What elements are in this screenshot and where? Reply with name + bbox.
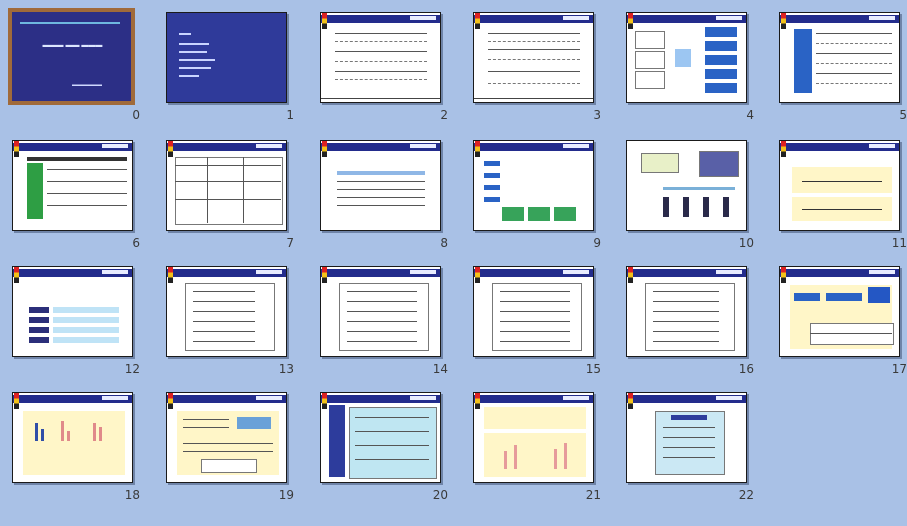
slide-thumbnail-13[interactable]: 13 — [166, 266, 294, 386]
slide-preview: ▬▬▬ ▬▬ ▬▬▬ ▬▬▬▬▬▬ — [8, 8, 135, 105]
slide-number: 2 — [440, 108, 448, 122]
slide-number: 6 — [132, 236, 140, 250]
slide-thumbnail-17[interactable]: 17 — [779, 266, 907, 386]
slide-number: 0 — [132, 108, 140, 122]
slide-thumbnail-21[interactable]: 21 — [473, 392, 601, 512]
slide-thumbnail-14[interactable]: 14 — [320, 266, 448, 386]
slide-number: 15 — [585, 362, 601, 376]
slide-thumbnail-3[interactable]: 3 — [473, 12, 601, 132]
slide-preview — [12, 140, 133, 231]
slide-number: 11 — [891, 236, 907, 250]
slide-preview — [626, 266, 747, 357]
slide-thumbnail-6[interactable]: 6 — [12, 140, 140, 260]
slide-number: 20 — [432, 488, 448, 502]
slide-number: 10 — [738, 236, 754, 250]
slide-preview — [166, 392, 287, 483]
slide-thumbnail-5[interactable]: 5 — [779, 12, 907, 132]
slide-preview — [626, 140, 747, 231]
slide-thumbnail-7[interactable]: 7 — [166, 140, 294, 260]
slide-thumbnail-15[interactable]: 15 — [473, 266, 601, 386]
slide-number: 3 — [593, 108, 601, 122]
slide-number: 17 — [891, 362, 907, 376]
slide-number: 19 — [278, 488, 294, 502]
slide-thumbnail-8[interactable]: 8 — [320, 140, 448, 260]
slide-thumbnail-20[interactable]: 20 — [320, 392, 448, 512]
slide-preview — [320, 266, 441, 357]
slide-number: 22 — [738, 488, 754, 502]
slide-number: 7 — [286, 236, 294, 250]
slide-thumbnail-9[interactable]: 9 — [473, 140, 601, 260]
slide-number: 1 — [286, 108, 294, 122]
slide-thumbnail-22[interactable]: 22 — [626, 392, 754, 512]
slide-thumbnail-0[interactable]: ▬▬▬ ▬▬ ▬▬▬ ▬▬▬▬▬▬ 0 — [8, 8, 140, 132]
slide-preview — [320, 140, 441, 231]
slide-thumbnail-11[interactable]: 11 — [779, 140, 907, 260]
slide-preview — [166, 12, 287, 103]
slide-thumbnail-18[interactable]: 18 — [12, 392, 140, 512]
slide-number: 12 — [124, 362, 140, 376]
slide-sorter-grid: ▬▬▬ ▬▬ ▬▬▬ ▬▬▬▬▬▬ 0 1 2 3 4 5 6 7 8 9 10… — [0, 0, 907, 526]
slide-number: 16 — [738, 362, 754, 376]
slide-thumbnail-12[interactable]: 12 — [12, 266, 140, 386]
slide-thumbnail-10[interactable]: 10 — [626, 140, 754, 260]
slide-number: 18 — [124, 488, 140, 502]
slide-preview — [779, 12, 900, 103]
slide-number: 21 — [585, 488, 601, 502]
slide-preview — [779, 140, 900, 231]
slide-number: 14 — [432, 362, 448, 376]
slide-number: 9 — [593, 236, 601, 250]
slide-number: 5 — [899, 108, 907, 122]
slide-preview — [473, 140, 594, 231]
slide-preview — [626, 12, 747, 103]
slide-number: 13 — [278, 362, 294, 376]
slide-preview — [473, 12, 594, 103]
slide-thumbnail-4[interactable]: 4 — [626, 12, 754, 132]
slide-number: 4 — [746, 108, 754, 122]
slide-preview — [473, 266, 594, 357]
slide-preview — [166, 140, 287, 231]
slide-thumbnail-19[interactable]: 19 — [166, 392, 294, 512]
slide-preview — [779, 266, 900, 357]
slide-thumbnail-16[interactable]: 16 — [626, 266, 754, 386]
slide-preview — [166, 266, 287, 357]
slide-preview — [473, 392, 594, 483]
slide-preview — [320, 392, 441, 483]
slide-thumbnail-1[interactable]: 1 — [166, 12, 294, 132]
slide-preview — [320, 12, 441, 103]
slide-number: 8 — [440, 236, 448, 250]
slide-preview — [12, 392, 133, 483]
slide-preview — [626, 392, 747, 483]
slide-thumbnail-2[interactable]: 2 — [320, 12, 448, 132]
slide-preview — [12, 266, 133, 357]
